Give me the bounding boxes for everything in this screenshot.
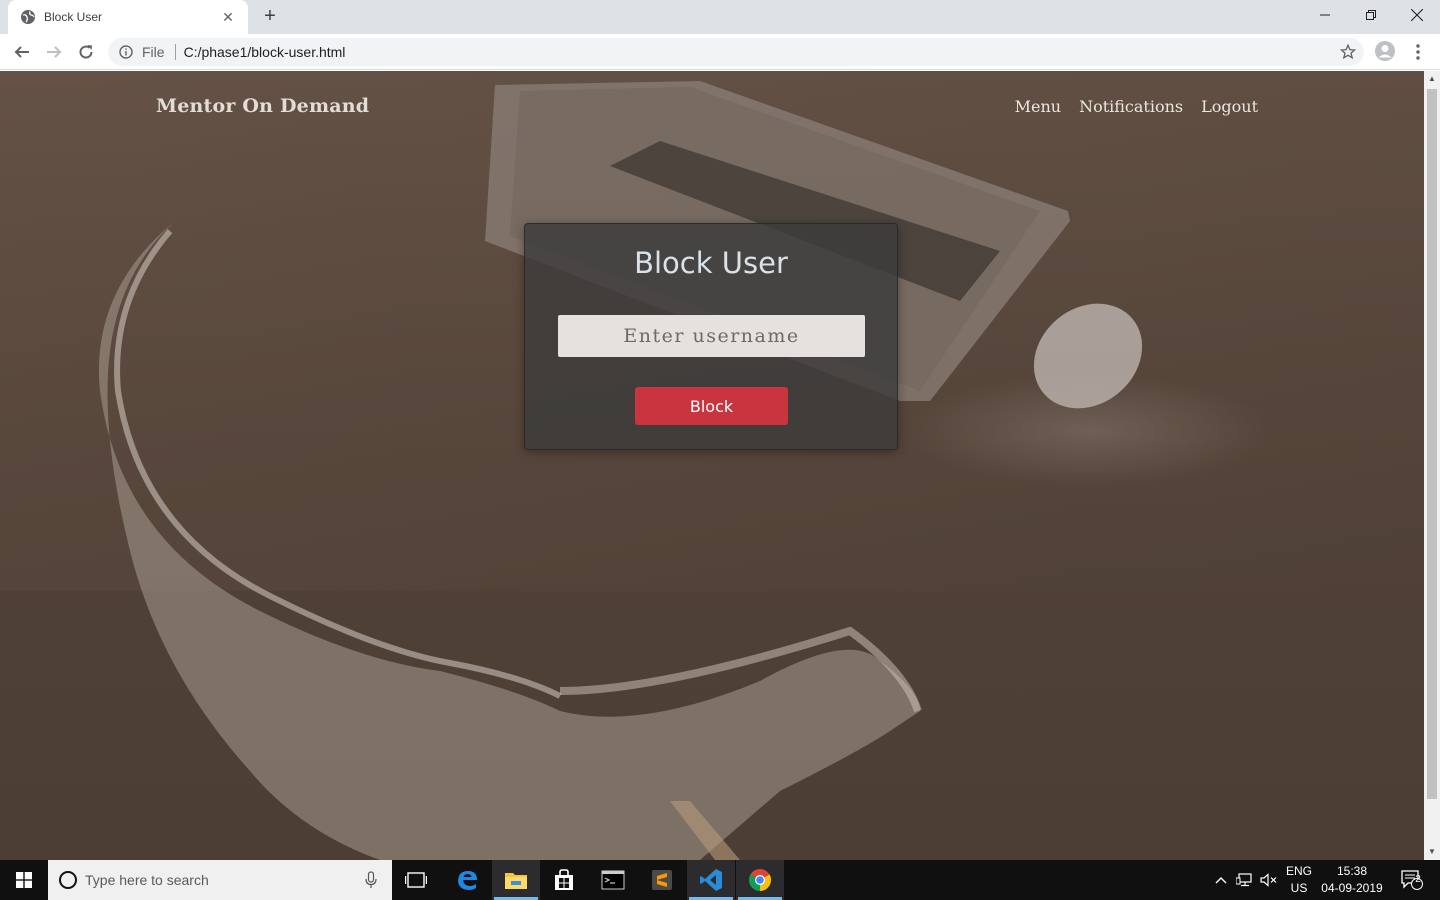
profile-avatar-icon[interactable] [1374,40,1398,64]
taskbar-clock[interactable]: 15:38 04-09-2019 [1318,863,1386,897]
bookmark-star-icon[interactable] [1339,43,1357,60]
scroll-down-icon[interactable]: ▼ [1424,844,1440,860]
minimize-button[interactable] [1302,0,1348,30]
address-separator [174,44,176,60]
tab-close-icon[interactable]: ✕ [220,9,236,26]
page-viewport: Mentor On Demand Menu Notifications Logo… [0,71,1424,860]
windows-logo-icon [16,872,32,888]
scrollbar-thumb[interactable] [1427,89,1437,799]
background-photo [98,81,1143,860]
close-window-button[interactable] [1394,0,1440,30]
username-input[interactable] [558,315,865,357]
scroll-up-icon[interactable]: ▲ [1424,71,1440,87]
task-view-icon[interactable] [392,860,440,900]
browser-menu-icon[interactable] [1406,40,1430,64]
back-arrow-icon [14,46,29,58]
forward-arrow-icon [47,46,62,58]
volume-muted-icon[interactable] [1258,860,1280,900]
vscode-icon[interactable] [687,860,735,900]
chrome-icon[interactable] [736,860,784,900]
page-scrollbar[interactable]: ▲ ▼ [1424,71,1440,860]
browser-tab-block-user[interactable]: Block User ✕ [8,0,248,34]
scheme-label: File [142,44,165,60]
taskbar: Type here to search ENG US 15:38 04-09-2… [0,860,1440,900]
block-button[interactable]: Block [635,387,788,425]
store-icon[interactable] [540,860,588,900]
sublime-text-icon[interactable] [638,860,686,900]
nav-link-menu[interactable]: Menu [1015,97,1061,116]
restore-icon [1366,10,1376,20]
form-title: Block User [634,246,788,280]
action-center-button[interactable]: 2 [1394,860,1430,900]
language-indicator[interactable]: ENG US [1284,863,1314,897]
nav-link-logout[interactable]: Logout [1201,97,1258,116]
taskbar-search[interactable]: Type here to search [48,860,392,900]
start-button[interactable] [0,860,48,900]
globe-icon [20,9,36,25]
language-code: ENG [1285,864,1312,878]
clock-time: 15:38 [1336,864,1368,878]
url-text[interactable]: C:/phase1/block-user.html [184,44,346,60]
info-icon[interactable] [118,44,134,60]
nav-link-notifications[interactable]: Notifications [1079,97,1183,116]
block-user-card: Block User Block [524,223,898,450]
tab-title: Block User [44,10,103,24]
show-hidden-icons-icon[interactable] [1210,860,1232,900]
microphone-icon[interactable] [364,871,378,889]
close-icon [1411,9,1423,21]
new-tab-button[interactable]: + [258,5,282,29]
tab-strip: Block User ✕ + [0,0,1440,34]
forward-button[interactable] [40,38,68,66]
minimize-icon [1320,14,1330,16]
terminal-icon[interactable] [589,860,637,900]
taskbar-search-placeholder: Type here to search [85,872,209,888]
file-explorer-icon[interactable] [492,860,540,900]
site-nav: Menu Notifications Logout [1015,97,1258,116]
browser-toolbar: File C:/phase1/block-user.html [0,34,1440,70]
cortana-icon [59,871,77,889]
reload-icon [79,45,93,59]
site-brand-logo[interactable]: Mentor On Demand [156,95,369,117]
address-bar[interactable]: File C:/phase1/block-user.html [108,38,1364,66]
restore-button[interactable] [1348,0,1394,30]
keyboard-layout: US [1290,881,1308,895]
reload-button[interactable] [72,38,100,66]
notification-count-badge: 2 [1415,874,1421,885]
edge-icon[interactable] [443,860,491,900]
network-icon[interactable] [1234,860,1256,900]
clock-date: 04-09-2019 [1321,881,1383,895]
back-button[interactable] [8,38,36,66]
